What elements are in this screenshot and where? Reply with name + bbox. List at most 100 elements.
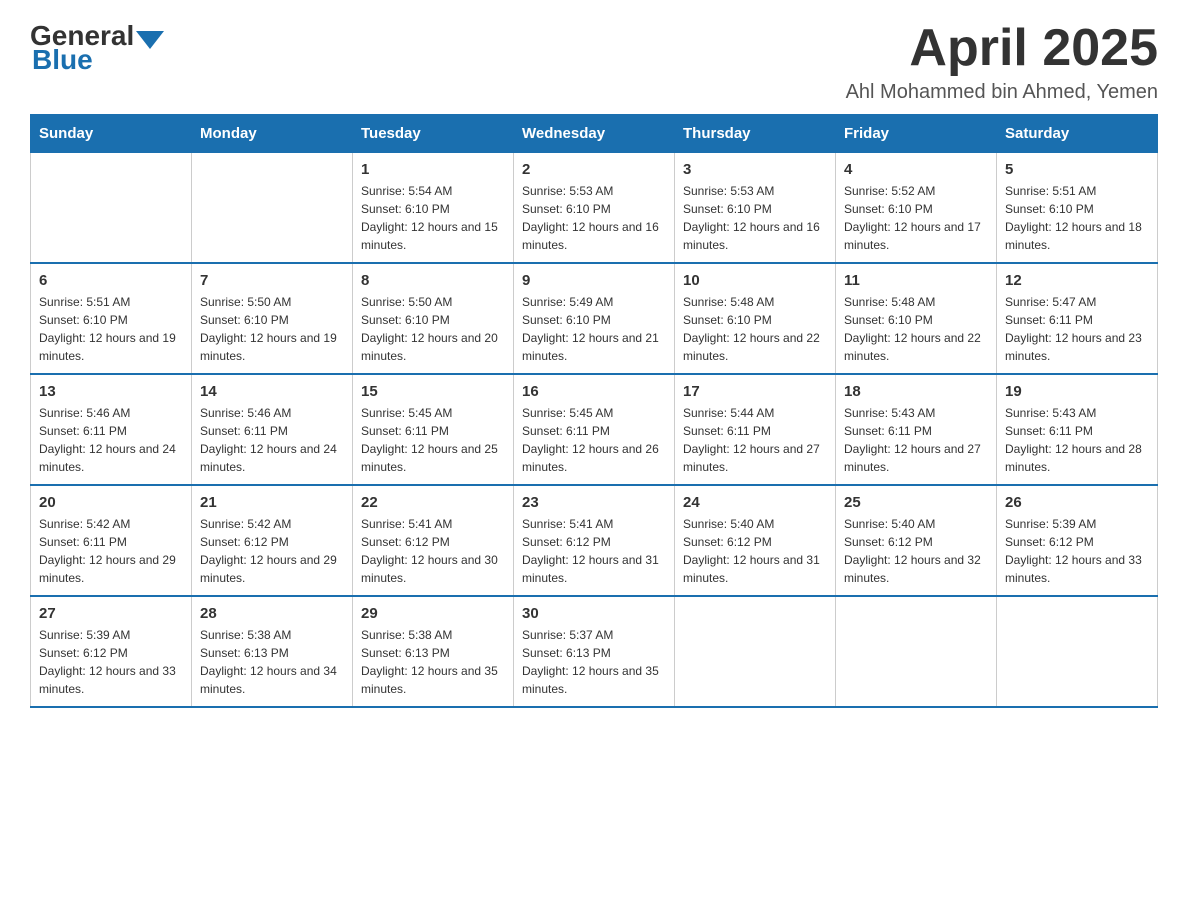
calendar-cell: 15 Sunrise: 5:45 AMSunset: 6:11 PMDayligh… [353, 374, 514, 485]
day-number: 24 [683, 494, 827, 511]
day-number: 28 [200, 605, 344, 622]
day-info: Sunrise: 5:54 AMSunset: 6:10 PMDaylight:… [361, 182, 505, 254]
calendar-cell [675, 596, 836, 707]
calendar-cell: 27 Sunrise: 5:39 AMSunset: 6:12 PMDayligh… [31, 596, 192, 707]
calendar-cell: 13 Sunrise: 5:46 AMSunset: 6:11 PMDayligh… [31, 374, 192, 485]
calendar-cell: 18 Sunrise: 5:43 AMSunset: 6:11 PMDayligh… [836, 374, 997, 485]
calendar-cell: 19 Sunrise: 5:43 AMSunset: 6:11 PMDayligh… [997, 374, 1158, 485]
calendar-week-row: 1 Sunrise: 5:54 AMSunset: 6:10 PMDaylight… [31, 153, 1158, 264]
calendar-cell: 6 Sunrise: 5:51 AMSunset: 6:10 PMDaylight… [31, 263, 192, 374]
day-info: Sunrise: 5:49 AMSunset: 6:10 PMDaylight:… [522, 293, 666, 365]
calendar-cell: 10 Sunrise: 5:48 AMSunset: 6:10 PMDayligh… [675, 263, 836, 374]
col-header-thursday: Thursday [675, 115, 836, 153]
calendar-cell: 12 Sunrise: 5:47 AMSunset: 6:11 PMDayligh… [997, 263, 1158, 374]
day-info: Sunrise: 5:40 AMSunset: 6:12 PMDaylight:… [683, 515, 827, 587]
day-info: Sunrise: 5:45 AMSunset: 6:11 PMDaylight:… [522, 404, 666, 476]
calendar-cell: 30 Sunrise: 5:37 AMSunset: 6:13 PMDayligh… [514, 596, 675, 707]
calendar-cell: 16Sunrise: 5:45 AMSunset: 6:11 PMDayligh… [514, 374, 675, 485]
day-info: Sunrise: 5:48 AMSunset: 6:10 PMDaylight:… [683, 293, 827, 365]
day-number: 23 [522, 494, 666, 511]
day-info: Sunrise: 5:52 AMSunset: 6:10 PMDaylight:… [844, 182, 988, 254]
day-number: 15 [361, 383, 505, 400]
calendar-cell: 25 Sunrise: 5:40 AMSunset: 6:12 PMDayligh… [836, 485, 997, 596]
calendar-week-row: 27 Sunrise: 5:39 AMSunset: 6:12 PMDayligh… [31, 596, 1158, 707]
calendar-cell: 9Sunrise: 5:49 AMSunset: 6:10 PMDaylight… [514, 263, 675, 374]
day-info: Sunrise: 5:50 AMSunset: 6:10 PMDaylight:… [200, 293, 344, 365]
day-info: Sunrise: 5:43 AMSunset: 6:11 PMDaylight:… [1005, 404, 1149, 476]
day-info: Sunrise: 5:39 AMSunset: 6:12 PMDaylight:… [1005, 515, 1149, 587]
calendar-cell: 26 Sunrise: 5:39 AMSunset: 6:12 PMDayligh… [997, 485, 1158, 596]
day-info: Sunrise: 5:38 AMSunset: 6:13 PMDaylight:… [200, 626, 344, 698]
calendar-week-row: 6 Sunrise: 5:51 AMSunset: 6:10 PMDaylight… [31, 263, 1158, 374]
calendar-cell: 24 Sunrise: 5:40 AMSunset: 6:12 PMDayligh… [675, 485, 836, 596]
day-number: 27 [39, 605, 183, 622]
day-number: 10 [683, 272, 827, 289]
day-number: 13 [39, 383, 183, 400]
day-info: Sunrise: 5:38 AMSunset: 6:13 PMDaylight:… [361, 626, 505, 698]
day-number: 1 [361, 161, 505, 178]
calendar-cell [997, 596, 1158, 707]
day-number: 20 [39, 494, 183, 511]
page-header: General Blue April 2025 Ahl Mohammed bin… [30, 20, 1158, 104]
calendar-cell: 4 Sunrise: 5:52 AMSunset: 6:10 PMDaylight… [836, 153, 997, 264]
day-number: 5 [1005, 161, 1149, 178]
day-info: Sunrise: 5:43 AMSunset: 6:11 PMDaylight:… [844, 404, 988, 476]
day-number: 8 [361, 272, 505, 289]
calendar-table: SundayMondayTuesdayWednesdayThursdayFrid… [30, 114, 1158, 708]
col-header-saturday: Saturday [997, 115, 1158, 153]
month-title: April 2025 [846, 20, 1158, 77]
calendar-cell: 7Sunrise: 5:50 AMSunset: 6:10 PMDaylight… [192, 263, 353, 374]
calendar-week-row: 20Sunrise: 5:42 AMSunset: 6:11 PMDayligh… [31, 485, 1158, 596]
calendar-cell: 2 Sunrise: 5:53 AMSunset: 6:10 PMDaylight… [514, 153, 675, 264]
day-number: 17 [683, 383, 827, 400]
day-info: Sunrise: 5:47 AMSunset: 6:11 PMDaylight:… [1005, 293, 1149, 365]
day-info: Sunrise: 5:37 AMSunset: 6:13 PMDaylight:… [522, 626, 666, 698]
title-section: April 2025 Ahl Mohammed bin Ahmed, Yemen [846, 20, 1158, 104]
day-number: 3 [683, 161, 827, 178]
col-header-wednesday: Wednesday [514, 115, 675, 153]
day-info: Sunrise: 5:41 AMSunset: 6:12 PMDaylight:… [522, 515, 666, 587]
day-number: 12 [1005, 272, 1149, 289]
col-header-monday: Monday [192, 115, 353, 153]
logo-blue-text: Blue [32, 44, 93, 75]
day-info: Sunrise: 5:45 AMSunset: 6:11 PMDaylight:… [361, 404, 505, 476]
calendar-cell: 28 Sunrise: 5:38 AMSunset: 6:13 PMDayligh… [192, 596, 353, 707]
calendar-week-row: 13 Sunrise: 5:46 AMSunset: 6:11 PMDayligh… [31, 374, 1158, 485]
calendar-cell: 3 Sunrise: 5:53 AMSunset: 6:10 PMDaylight… [675, 153, 836, 264]
calendar-cell: 11Sunrise: 5:48 AMSunset: 6:10 PMDayligh… [836, 263, 997, 374]
day-number: 29 [361, 605, 505, 622]
calendar-cell: 17 Sunrise: 5:44 AMSunset: 6:11 PMDayligh… [675, 374, 836, 485]
calendar-cell: 23 Sunrise: 5:41 AMSunset: 6:12 PMDayligh… [514, 485, 675, 596]
day-info: Sunrise: 5:44 AMSunset: 6:11 PMDaylight:… [683, 404, 827, 476]
col-header-sunday: Sunday [31, 115, 192, 153]
day-info: Sunrise: 5:42 AMSunset: 6:12 PMDaylight:… [200, 515, 344, 587]
col-header-friday: Friday [836, 115, 997, 153]
calendar-cell: 21 Sunrise: 5:42 AMSunset: 6:12 PMDayligh… [192, 485, 353, 596]
day-info: Sunrise: 5:51 AMSunset: 6:10 PMDaylight:… [39, 293, 183, 365]
day-number: 26 [1005, 494, 1149, 511]
day-info: Sunrise: 5:48 AMSunset: 6:10 PMDaylight:… [844, 293, 988, 365]
calendar-cell: 20Sunrise: 5:42 AMSunset: 6:11 PMDayligh… [31, 485, 192, 596]
day-number: 25 [844, 494, 988, 511]
location-title: Ahl Mohammed bin Ahmed, Yemen [846, 81, 1158, 104]
day-info: Sunrise: 5:51 AMSunset: 6:10 PMDaylight:… [1005, 182, 1149, 254]
day-info: Sunrise: 5:46 AMSunset: 6:11 PMDaylight:… [39, 404, 183, 476]
day-number: 6 [39, 272, 183, 289]
day-info: Sunrise: 5:53 AMSunset: 6:10 PMDaylight:… [683, 182, 827, 254]
day-number: 4 [844, 161, 988, 178]
day-number: 19 [1005, 383, 1149, 400]
day-info: Sunrise: 5:46 AMSunset: 6:11 PMDaylight:… [200, 404, 344, 476]
day-number: 21 [200, 494, 344, 511]
day-info: Sunrise: 5:53 AMSunset: 6:10 PMDaylight:… [522, 182, 666, 254]
day-info: Sunrise: 5:40 AMSunset: 6:12 PMDaylight:… [844, 515, 988, 587]
calendar-cell: 14Sunrise: 5:46 AMSunset: 6:11 PMDayligh… [192, 374, 353, 485]
calendar-cell: 29 Sunrise: 5:38 AMSunset: 6:13 PMDayligh… [353, 596, 514, 707]
day-number: 2 [522, 161, 666, 178]
calendar-cell [192, 153, 353, 264]
day-info: Sunrise: 5:50 AMSunset: 6:10 PMDaylight:… [361, 293, 505, 365]
col-header-tuesday: Tuesday [353, 115, 514, 153]
day-info: Sunrise: 5:39 AMSunset: 6:12 PMDaylight:… [39, 626, 183, 698]
day-number: 18 [844, 383, 988, 400]
day-number: 30 [522, 605, 666, 622]
calendar-cell: 1 Sunrise: 5:54 AMSunset: 6:10 PMDaylight… [353, 153, 514, 264]
